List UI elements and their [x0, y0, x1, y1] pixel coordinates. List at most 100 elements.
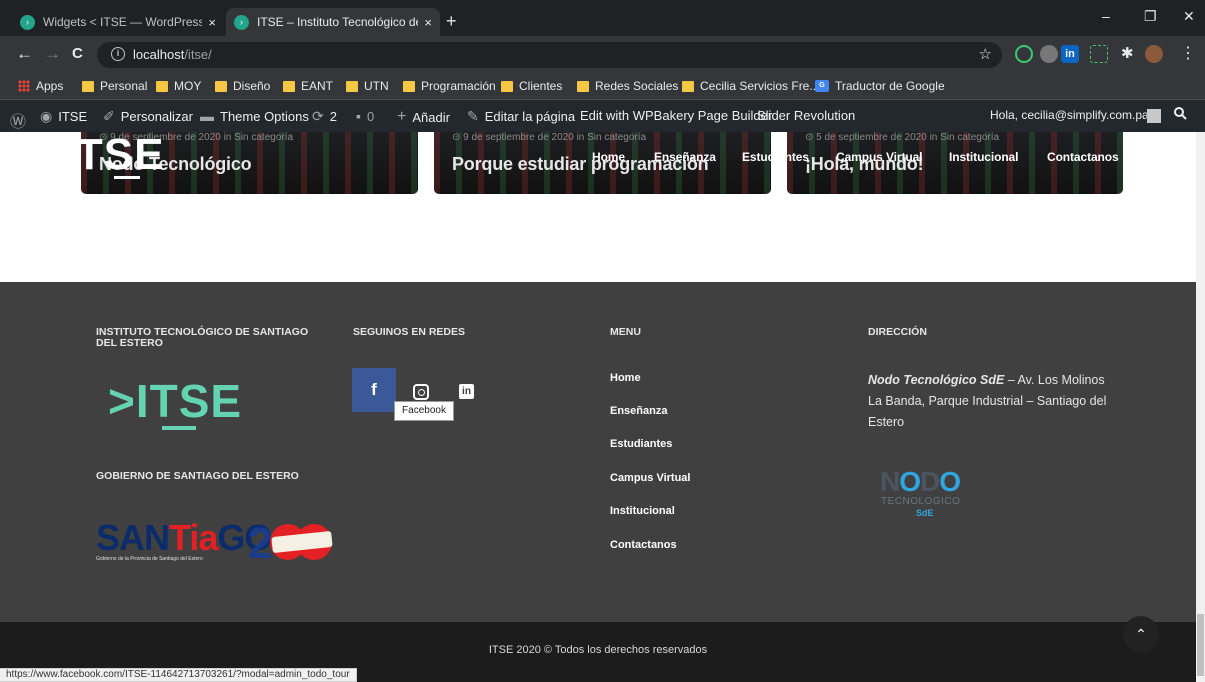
- wp-avatar[interactable]: [1147, 109, 1161, 123]
- back-to-top-button[interactable]: ⌃: [1123, 616, 1159, 652]
- tab-itse-active[interactable]: › ITSE – Instituto Tecnológico de Sa ×: [226, 8, 440, 36]
- folder-icon: [156, 80, 168, 92]
- folder-icon: [82, 80, 94, 92]
- close-window-button[interactable]: ✕: [1183, 8, 1195, 25]
- pencil-icon: ✎: [467, 108, 479, 124]
- extensions-puzzle-icon[interactable]: ✱: [1121, 45, 1139, 63]
- logo-underline: [114, 176, 140, 179]
- wp-wpbakery-link[interactable]: Edit with WPBakery Page Builder: [580, 108, 772, 123]
- bookmark-clientes[interactable]: Clientes: [501, 79, 562, 93]
- wp-theme-options-link[interactable]: ▬ Theme Options: [200, 108, 309, 124]
- folder-icon: [682, 80, 694, 92]
- bookmark-personal[interactable]: Personal: [82, 79, 147, 93]
- folder-icon: ▬: [200, 108, 214, 124]
- wp-customize-link[interactable]: ✐ Personalizar: [103, 108, 193, 125]
- bookmark-programacion[interactable]: Programación: [403, 79, 496, 93]
- scrollbar-thumb[interactable]: [1197, 614, 1204, 676]
- wp-account-greeting[interactable]: Hola, cecilia@simplify.com.pa: [990, 108, 1149, 122]
- nodo-tecnologico-logo[interactable]: NODO TECNOLOGICO SdE: [868, 466, 978, 520]
- footer-menu-institucional[interactable]: Institucional: [610, 505, 675, 517]
- bookmark-moy[interactable]: MOY: [156, 79, 201, 93]
- bookmark-translate[interactable]: G Traductor de Google: [815, 79, 945, 93]
- bookmark-redes-sociales[interactable]: Redes Sociales: [577, 79, 678, 93]
- bookmark-star-icon[interactable]: ☆: [979, 45, 992, 63]
- santiago-logo-word: SANTiaGO: [96, 517, 272, 558]
- google-translate-icon: G: [815, 80, 829, 92]
- brush-icon: ✐: [103, 108, 115, 124]
- forward-button[interactable]: →: [44, 44, 61, 64]
- nav-institucional[interactable]: Institucional: [949, 150, 1018, 164]
- footer-col1-subtitle: GOBIERNO DE SANTIAGO DEL ESTERO: [96, 470, 299, 482]
- nodo-logo-sde: SdE: [916, 508, 934, 518]
- nav-home[interactable]: Home: [592, 150, 625, 164]
- wp-add-new-link[interactable]: + Añadir: [397, 108, 450, 126]
- bookmark-eant[interactable]: EANT: [283, 79, 333, 93]
- instagram-icon[interactable]: [413, 384, 429, 400]
- nav-contactanos[interactable]: Contactanos: [1047, 150, 1119, 164]
- footer-menu-ensenanza[interactable]: Enseñanza: [610, 405, 667, 417]
- nav-campus-virtual[interactable]: Campus Virtual: [836, 150, 923, 164]
- wp-slider-revolution-link[interactable]: Slider Revolution: [757, 108, 855, 123]
- footer-col2-title: SEGUINOS EN REDES: [353, 326, 466, 338]
- omnibox[interactable]: i localhost/itse/ ☆: [97, 42, 1002, 68]
- footer-menu-home[interactable]: Home: [610, 372, 641, 384]
- itse-footer-logo-text: >ITSE: [108, 375, 243, 427]
- page-scrollbar[interactable]: [1196, 132, 1205, 682]
- comment-icon: ▪: [356, 108, 361, 124]
- copyright-text: ITSE 2020 © Todos los derechos reservado…: [488, 644, 708, 656]
- new-tab-button[interactable]: +: [446, 12, 457, 30]
- wp-search-icon[interactable]: [1174, 107, 1187, 120]
- back-button[interactable]: ←: [16, 44, 33, 64]
- status-bar-url: https://www.facebook.com/ITSE-1146427137…: [0, 668, 357, 682]
- nodo-logo-subtitle: TECNOLOGICO: [881, 496, 961, 507]
- bookmark-utn[interactable]: UTN: [346, 79, 389, 93]
- screenshot-extension-icon[interactable]: [1090, 45, 1108, 63]
- linkedin-icon[interactable]: in: [459, 384, 474, 399]
- itse-footer-logo[interactable]: >ITSE: [108, 376, 241, 430]
- footer-menu-contactanos[interactable]: Contactanos: [610, 539, 677, 551]
- site-logo[interactable]: >ITSE: [36, 132, 165, 182]
- dashboard-icon: ◉: [40, 108, 53, 124]
- minimize-button[interactable]: –: [1102, 8, 1110, 24]
- santiago-logo-caption: Gobierno de la Provincia de Santiago del…: [96, 556, 203, 562]
- footer-col4-title: DIRECCIÓN: [868, 326, 927, 338]
- wp-site-link[interactable]: ◉ ITSE: [40, 108, 87, 125]
- footer-col1-title: INSTITUTO TECNOLÓGICO DE SANTIAGO DEL ES…: [96, 326, 309, 349]
- bookmark-cecilia[interactable]: Cecilia Servicios Fre...: [682, 79, 819, 93]
- wp-admin-bar: Ⓦ ◉ ITSE ✐ Personalizar ▬ Theme Options ⟳ 2 …: [0, 100, 1205, 132]
- wordpress-logo-icon[interactable]: Ⓦ: [10, 108, 32, 132]
- nav-estudiantes[interactable]: Estudiantes: [742, 150, 809, 164]
- site-info-icon[interactable]: i: [111, 47, 125, 61]
- url-text[interactable]: localhost/itse/: [133, 47, 212, 62]
- bookmark-apps[interactable]: Apps: [18, 79, 63, 93]
- extension-gray-icon[interactable]: [1040, 45, 1058, 63]
- linkedin-extension-icon[interactable]: in: [1061, 45, 1079, 63]
- santiago-government-logo[interactable]: SANTiaGO Gobierno de la Provincia de San…: [96, 517, 272, 570]
- footer-col3-title: MENU: [610, 326, 641, 338]
- facebook-tooltip: Facebook: [394, 401, 454, 421]
- address-name: Nodo Tecnológico SdE: [868, 373, 1005, 387]
- profile-avatar[interactable]: [1145, 45, 1163, 63]
- tab-close-icon[interactable]: ×: [424, 15, 432, 30]
- apps-grid-icon: [18, 80, 30, 92]
- wp-edit-page-link[interactable]: ✎ Editar la página: [467, 108, 575, 125]
- posts-carousel: ⊙ 9 de septiembre de 2020 in Sin categor…: [0, 132, 1196, 194]
- wp-updates-link[interactable]: ⟳ 2: [312, 108, 337, 125]
- bicentenary-200-logo: 2: [248, 518, 338, 568]
- restore-button[interactable]: ❐: [1144, 8, 1157, 25]
- reload-button[interactable]: C: [72, 44, 83, 64]
- facebook-icon[interactable]: f: [352, 368, 396, 412]
- tab-widgets[interactable]: › Widgets < ITSE — WordPress ×: [12, 8, 224, 36]
- nav-ensenanza[interactable]: Enseñanza: [654, 150, 716, 164]
- footer-menu-estudiantes[interactable]: Estudiantes: [610, 438, 672, 450]
- header-search-icon[interactable]: [1166, 150, 1180, 164]
- footer-menu-campus-virtual[interactable]: Campus Virtual: [610, 472, 691, 484]
- grammarly-extension-icon[interactable]: [1015, 45, 1033, 63]
- itse-favicon-icon: ›: [234, 14, 249, 30]
- chrome-menu-icon[interactable]: ⋮: [1180, 45, 1196, 63]
- wordpress-favicon-icon: ›: [20, 14, 35, 30]
- tab-close-icon[interactable]: ×: [208, 15, 216, 30]
- wp-comments-link[interactable]: ▪ 0: [356, 108, 374, 124]
- bookmark-diseno[interactable]: Diseño: [215, 79, 270, 93]
- folder-icon: [283, 80, 295, 92]
